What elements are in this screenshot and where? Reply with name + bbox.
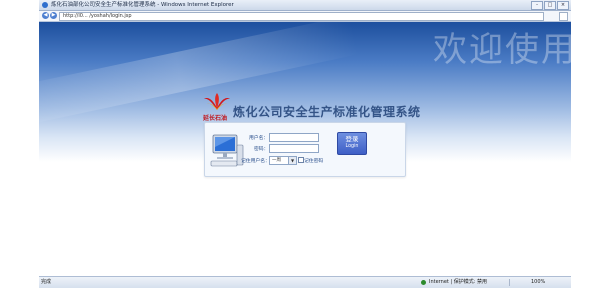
forward-icon[interactable]: ▶ bbox=[50, 12, 57, 19]
close-button[interactable]: × bbox=[557, 1, 569, 10]
security-zone[interactable]: Internet | 保护模式: 禁用 bbox=[429, 277, 487, 288]
status-text: 完成 bbox=[41, 279, 52, 285]
username-label: 用户名： bbox=[249, 136, 269, 141]
logo-text: 延长石油 bbox=[203, 115, 228, 122]
system-title: 炼化公司安全生产标准化管理系统 bbox=[233, 105, 421, 119]
globe-icon bbox=[421, 280, 426, 285]
window-title: 炼化石油部化公司安全生产标准化管理系统 - Windows Internet E… bbox=[51, 2, 234, 8]
remember-username-label: 记住用户名： bbox=[241, 159, 270, 164]
status-divider bbox=[509, 279, 510, 286]
page-icon[interactable] bbox=[559, 12, 568, 21]
url-input[interactable]: http://l0... /yoshah/login.jsp bbox=[59, 12, 544, 21]
ie-icon bbox=[42, 2, 48, 8]
computer-icon bbox=[210, 134, 244, 167]
login-button[interactable]: 登录 Login bbox=[337, 132, 367, 155]
remember-password-label: 记住密码 bbox=[304, 159, 324, 164]
window-titlebar: 炼化石油部化公司安全生产标准化管理系统 - Windows Internet E… bbox=[39, 0, 571, 11]
address-bar: ◀ ▶ http://l0... /yoshah/login.jsp bbox=[39, 11, 571, 22]
company-logo-icon bbox=[204, 93, 230, 110]
page-content: 欢迎使用 延长石油 炼化公司安全生产标准化管理系统 用户名： 密码： 记住用户名… bbox=[39, 22, 571, 276]
password-input[interactable] bbox=[269, 144, 319, 153]
window-controls: - □ × bbox=[531, 1, 569, 10]
zoom-level[interactable]: 100% bbox=[531, 277, 545, 288]
browser-window: 炼化石油部化公司安全生产标准化管理系统 - Windows Internet E… bbox=[39, 0, 571, 288]
login-panel: 用户名： 密码： 记住用户名： 一周 ▼ 记住密码 登录 Login bbox=[204, 122, 406, 177]
password-label: 密码： bbox=[254, 147, 269, 152]
chevron-down-icon[interactable]: ▼ bbox=[288, 156, 297, 165]
remember-duration-select[interactable]: 一周 bbox=[269, 156, 289, 165]
minimize-button[interactable]: - bbox=[531, 1, 543, 10]
welcome-banner: 欢迎使用 bbox=[433, 30, 571, 70]
back-icon[interactable]: ◀ bbox=[42, 12, 49, 19]
status-bar: 完成 Internet | 保护模式: 禁用 100% bbox=[39, 276, 571, 288]
maximize-button[interactable]: □ bbox=[544, 1, 556, 10]
login-button-label-en: Login bbox=[345, 144, 359, 149]
username-input[interactable] bbox=[269, 133, 319, 142]
login-button-label-cn: 登录 bbox=[345, 135, 359, 143]
